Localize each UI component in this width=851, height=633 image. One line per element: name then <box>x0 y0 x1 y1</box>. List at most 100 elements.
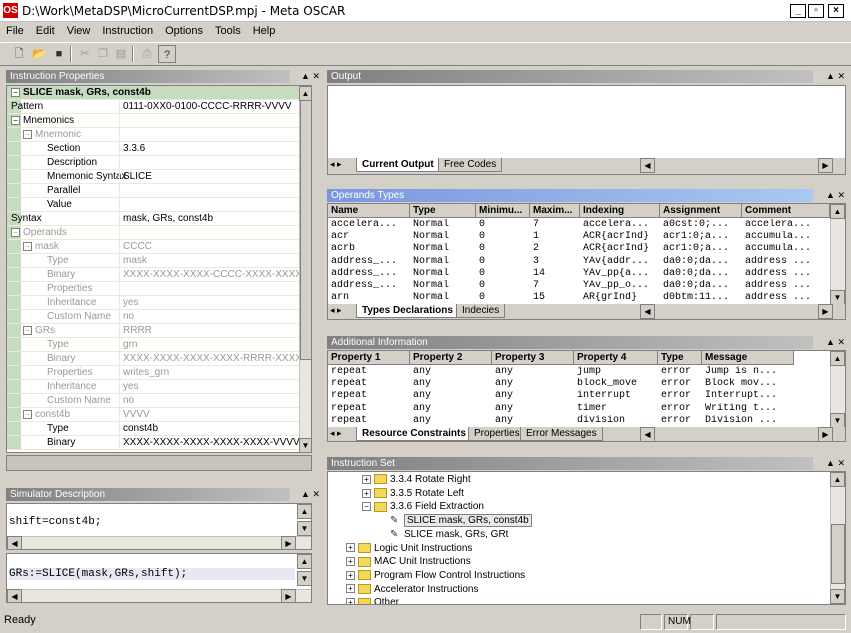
menu-file[interactable]: File <box>0 22 30 37</box>
tree-item[interactable]: + Logic Unit Instructions <box>346 542 472 556</box>
property-row[interactable]: Pattern 0111-0XX0-0100-CCCC-RRRR-VVVV <box>7 100 299 114</box>
property-row[interactable]: Mnemonic Syntax SLICE <box>7 170 299 184</box>
property-value[interactable]: no <box>119 310 134 324</box>
tree-item[interactable]: + Program Flow Control Instructions <box>346 569 525 583</box>
tab-error-messages[interactable]: Error Messages <box>520 427 603 441</box>
horizontal-scrollbar[interactable]: ◀ ▶ <box>7 536 311 549</box>
vertical-scrollbar[interactable]: ▲ ▼ <box>830 204 845 305</box>
panel-controls[interactable]: ▲ ✕ <box>815 189 845 202</box>
expand-toggle-icon[interactable]: − <box>23 241 32 251</box>
tab-resource-constraints[interactable]: Resource Constraints <box>356 427 472 441</box>
property-value[interactable] <box>119 86 122 100</box>
tab-free-codes[interactable]: Free Codes <box>438 158 503 172</box>
property-value[interactable]: grn <box>119 338 137 352</box>
print-icon[interactable]: ⎙ <box>138 45 156 63</box>
expand-toggle-icon[interactable]: − <box>11 87 20 97</box>
property-row[interactable]: Type mask <box>7 254 299 268</box>
property-value[interactable]: XXXX-XXXX-XXXX-XXXX-RRRR-XXXX <box>119 352 302 366</box>
new-file-icon[interactable]: 🗋 <box>10 45 28 63</box>
table-row[interactable]: repeat any any timer error Writing t... <box>328 403 830 415</box>
scroll-down-arrow[interactable]: ▼ <box>297 521 311 536</box>
expand-toggle-icon[interactable]: + <box>346 557 355 567</box>
property-row[interactable]: − Mnemonics <box>7 114 299 128</box>
property-value[interactable]: const4b <box>119 422 158 436</box>
column-header[interactable]: Property 4 <box>574 351 658 365</box>
tab-types-declarations[interactable]: Types Declarations <box>356 304 459 318</box>
property-row[interactable]: − const4b VVVV <box>7 408 299 422</box>
property-value[interactable] <box>119 156 123 170</box>
simulator-editor-2[interactable]: GRs:=SLICE(mask,GRs,shift); ▲ ▼ ◀ ▶ <box>6 553 312 603</box>
copy-icon[interactable]: ❐ <box>94 45 112 63</box>
property-value[interactable]: writes_grn <box>119 366 169 380</box>
property-row[interactable]: Syntax mask, GRs, const4b <box>7 212 299 226</box>
scroll-left-arrow[interactable]: ◀ <box>7 589 22 602</box>
tab-current-output[interactable]: Current Output <box>356 158 440 172</box>
panel-controls[interactable]: ▲ ✕ <box>290 488 320 501</box>
tree-item[interactable]: +3.3.5 Rotate Left <box>362 487 464 501</box>
scroll-down-arrow[interactable]: ▼ <box>830 413 845 428</box>
menu-tools[interactable]: Tools <box>209 22 247 37</box>
scroll-left-arrow[interactable]: ◀ <box>7 536 22 549</box>
panel-controls[interactable]: ▲ ✕ <box>815 70 845 83</box>
scroll-right-arrow[interactable]: ▶ <box>818 427 833 441</box>
column-header[interactable]: Indexing <box>580 204 660 218</box>
table-row[interactable]: acrb Normal 0 2 ACR{acrInd} acr1:0;a... accumu… <box>328 243 830 255</box>
column-header[interactable]: Name <box>328 204 410 218</box>
property-value[interactable]: XXXX-XXXX-XXXX-XXXX-XXXX-VVVV <box>119 436 300 450</box>
property-row[interactable]: Custom Name no <box>7 394 299 408</box>
property-row[interactable]: Custom Name no <box>7 310 299 324</box>
menu-edit[interactable]: Edit <box>30 22 61 37</box>
expand-toggle-icon[interactable]: − <box>362 502 371 512</box>
tab-nav-arrows[interactable]: ◂ ▸ <box>330 159 342 170</box>
table-row[interactable]: address_... Normal 0 7 YAv_pp_o... da0:0;da..… <box>328 280 830 292</box>
property-value[interactable]: VVVV <box>119 408 150 422</box>
expand-toggle-icon[interactable]: + <box>346 570 355 580</box>
tree-item[interactable]: ✎ SLICE mask, GRs, const4b <box>378 514 532 528</box>
column-header[interactable]: Minimu... <box>476 204 530 218</box>
column-header[interactable]: Comment <box>742 204 830 218</box>
property-value[interactable]: SLICE <box>119 170 152 184</box>
property-row[interactable]: Section 3.3.6 <box>7 142 299 156</box>
tab-nav-arrows[interactable]: ◂ ▸ <box>330 305 342 316</box>
property-value[interactable] <box>119 198 123 212</box>
property-row[interactable]: Binary XXXX-XXXX-XXXX-CCCC-XXXX-XXXX <box>7 268 302 282</box>
column-header[interactable]: Assignment <box>660 204 742 218</box>
tree-item[interactable]: ✎ SLICE mask, GRs, GRt <box>378 528 508 542</box>
menu-view[interactable]: View <box>61 22 97 37</box>
property-value[interactable] <box>119 114 123 128</box>
scroll-right-arrow[interactable]: ▶ <box>818 158 833 173</box>
menu-instruction[interactable]: Instruction <box>96 22 159 37</box>
property-value[interactable]: CCCC <box>119 240 152 254</box>
open-folder-icon[interactable]: 📂 <box>30 45 48 63</box>
scroll-down-arrow[interactable]: ▼ <box>299 438 311 452</box>
property-value[interactable] <box>119 128 123 142</box>
property-value[interactable]: 3.3.6 <box>119 142 145 156</box>
minimize-button[interactable]: _ <box>790 4 806 18</box>
scroll-left-arrow[interactable]: ◀ <box>640 304 655 319</box>
scroll-left-arrow[interactable]: ◀ <box>640 427 655 441</box>
scroll-up-arrow[interactable]: ▲ <box>830 472 845 487</box>
vertical-scrollbar[interactable]: ▲ ▼ <box>830 472 845 604</box>
app-icon[interactable]: OS <box>3 3 18 18</box>
property-row[interactable]: Inheritance yes <box>7 380 299 394</box>
table-row[interactable]: address_... Normal 0 3 YAv{addr... da0:0;da..… <box>328 256 830 268</box>
table-row[interactable]: arn Normal 0 15 AR{grInd} d0btm:11... address … <box>328 292 830 304</box>
expand-toggle-icon[interactable]: − <box>23 129 32 139</box>
simulator-line-2[interactable]: GRs:=SLICE(mask,GRs,shift); <box>9 568 295 580</box>
scroll-right-arrow[interactable]: ▶ <box>281 589 296 602</box>
property-value[interactable]: 0111-0XX0-0100-CCCC-RRRR-VVVV <box>119 100 292 114</box>
tab-indecies[interactable]: Indecies <box>456 304 506 318</box>
property-row[interactable]: − Operands <box>7 226 299 240</box>
scroll-down-arrow[interactable]: ▼ <box>297 571 311 586</box>
column-header[interactable]: Message <box>702 351 794 365</box>
property-value[interactable] <box>119 282 123 296</box>
tree-item[interactable]: − 3.3.6 Field Extraction <box>362 500 484 514</box>
property-value[interactable]: mask <box>119 254 147 268</box>
scroll-down-arrow[interactable]: ▼ <box>830 589 845 604</box>
tab-properties[interactable]: Properties <box>468 427 526 441</box>
property-row[interactable]: Binary XXXX-XXXX-XXXX-XXXX-XXXX-VVVV <box>7 436 300 450</box>
property-value[interactable] <box>119 184 123 198</box>
simulator-line-1[interactable]: shift=const4b; <box>9 516 101 528</box>
tree-item[interactable]: + Other <box>346 596 399 604</box>
property-value[interactable]: yes <box>119 380 139 394</box>
